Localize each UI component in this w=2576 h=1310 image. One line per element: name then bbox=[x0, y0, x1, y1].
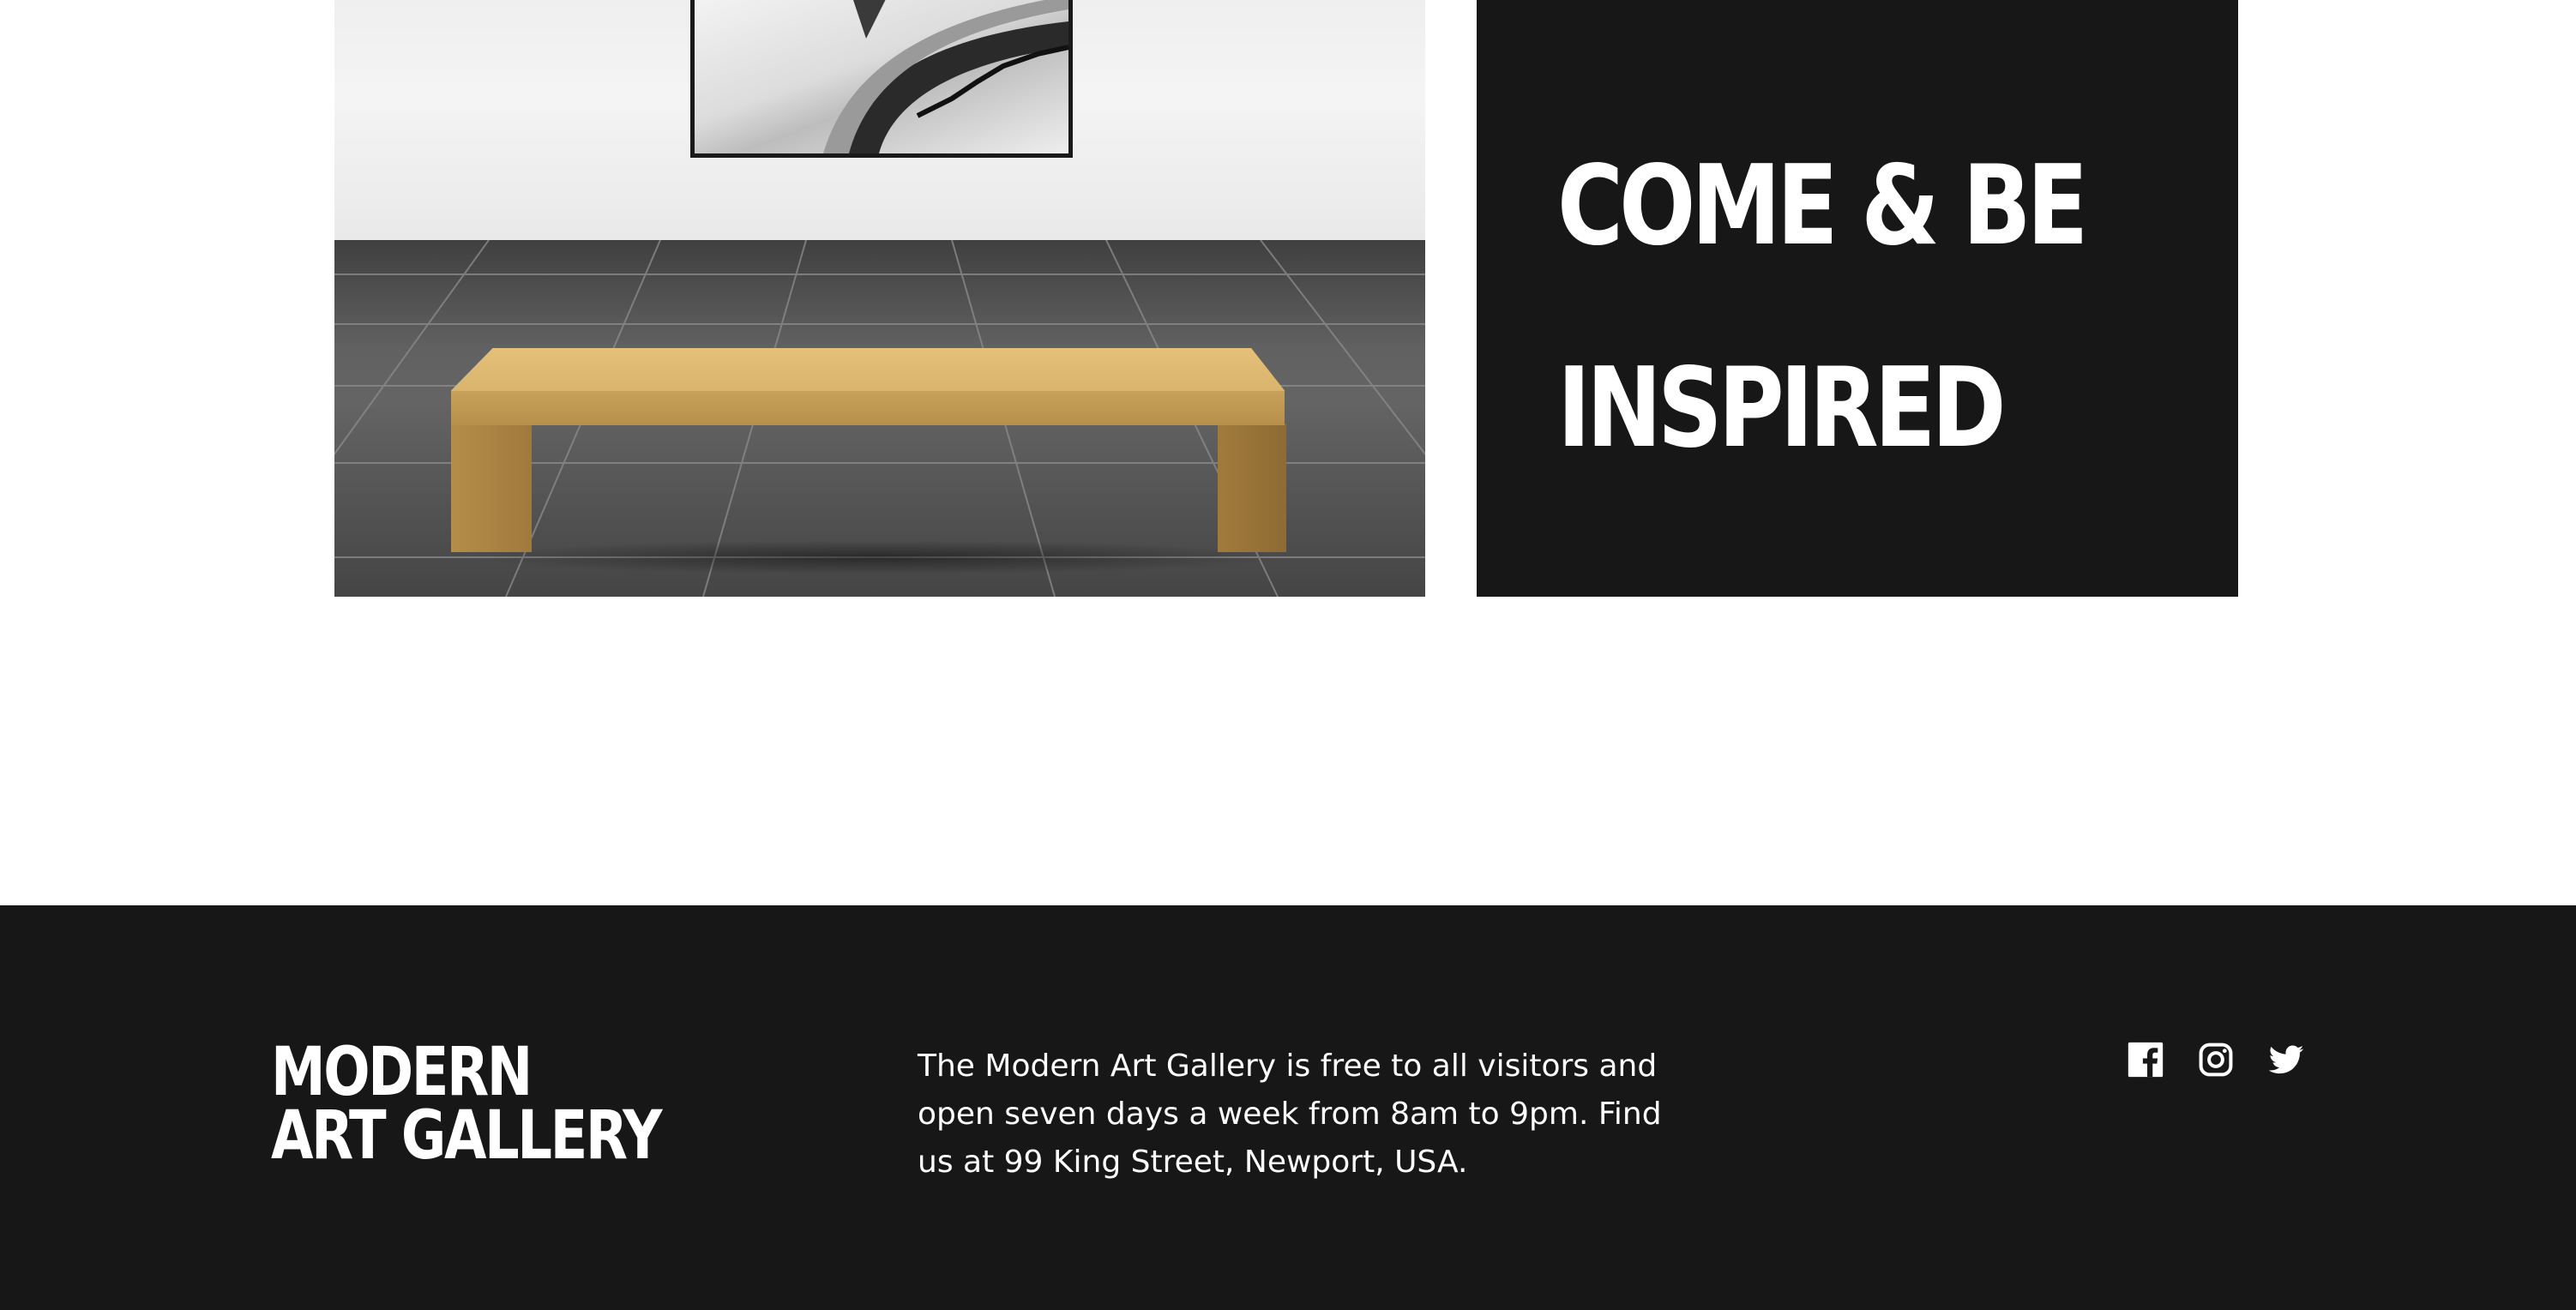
facebook-link[interactable] bbox=[2127, 1041, 2164, 1079]
gallery-bench-image bbox=[334, 0, 1425, 597]
bench-leg bbox=[451, 424, 532, 552]
footer-about: The Modern Art Gallery is free to all vi… bbox=[918, 1049, 1662, 1180]
inspired-body: We’re excited to welcome you to our gall… bbox=[1557, 618, 2149, 770]
inspired-heading-line2: INSPIRED bbox=[1557, 345, 2007, 472]
inspired-heading: COME & BE INSPIRED bbox=[1557, 55, 2190, 561]
instagram-link[interactable] bbox=[2197, 1041, 2235, 1079]
footer-logo-line2: ART GALLERY bbox=[271, 1097, 662, 1175]
footer-logo[interactable]: MODERN ART GALLERY bbox=[271, 1034, 662, 1175]
footer: MODERN ART GALLERY The Modern Art Galler… bbox=[0, 905, 2576, 1310]
facebook-icon bbox=[2128, 1042, 2164, 1078]
twitter-link[interactable] bbox=[2267, 1041, 2305, 1079]
bench-front bbox=[451, 391, 1285, 425]
inspired-heading-line1: COME & BE bbox=[1557, 142, 2088, 270]
framed-artwork bbox=[690, 0, 1073, 158]
staircase-artwork bbox=[695, 0, 1068, 153]
instagram-icon bbox=[2199, 1043, 2233, 1077]
twitter-icon bbox=[2268, 1045, 2304, 1074]
page: COME & BE INSPIRED We’re excited to welc… bbox=[0, 0, 2576, 1310]
social-links bbox=[2127, 1041, 2305, 1079]
footer-logo-line1: MODERN bbox=[271, 1034, 533, 1111]
bench-shadow bbox=[463, 540, 1286, 574]
bench-leg bbox=[1218, 424, 1286, 552]
inspired-card: COME & BE INSPIRED We’re excited to welc… bbox=[1477, 0, 2238, 770]
